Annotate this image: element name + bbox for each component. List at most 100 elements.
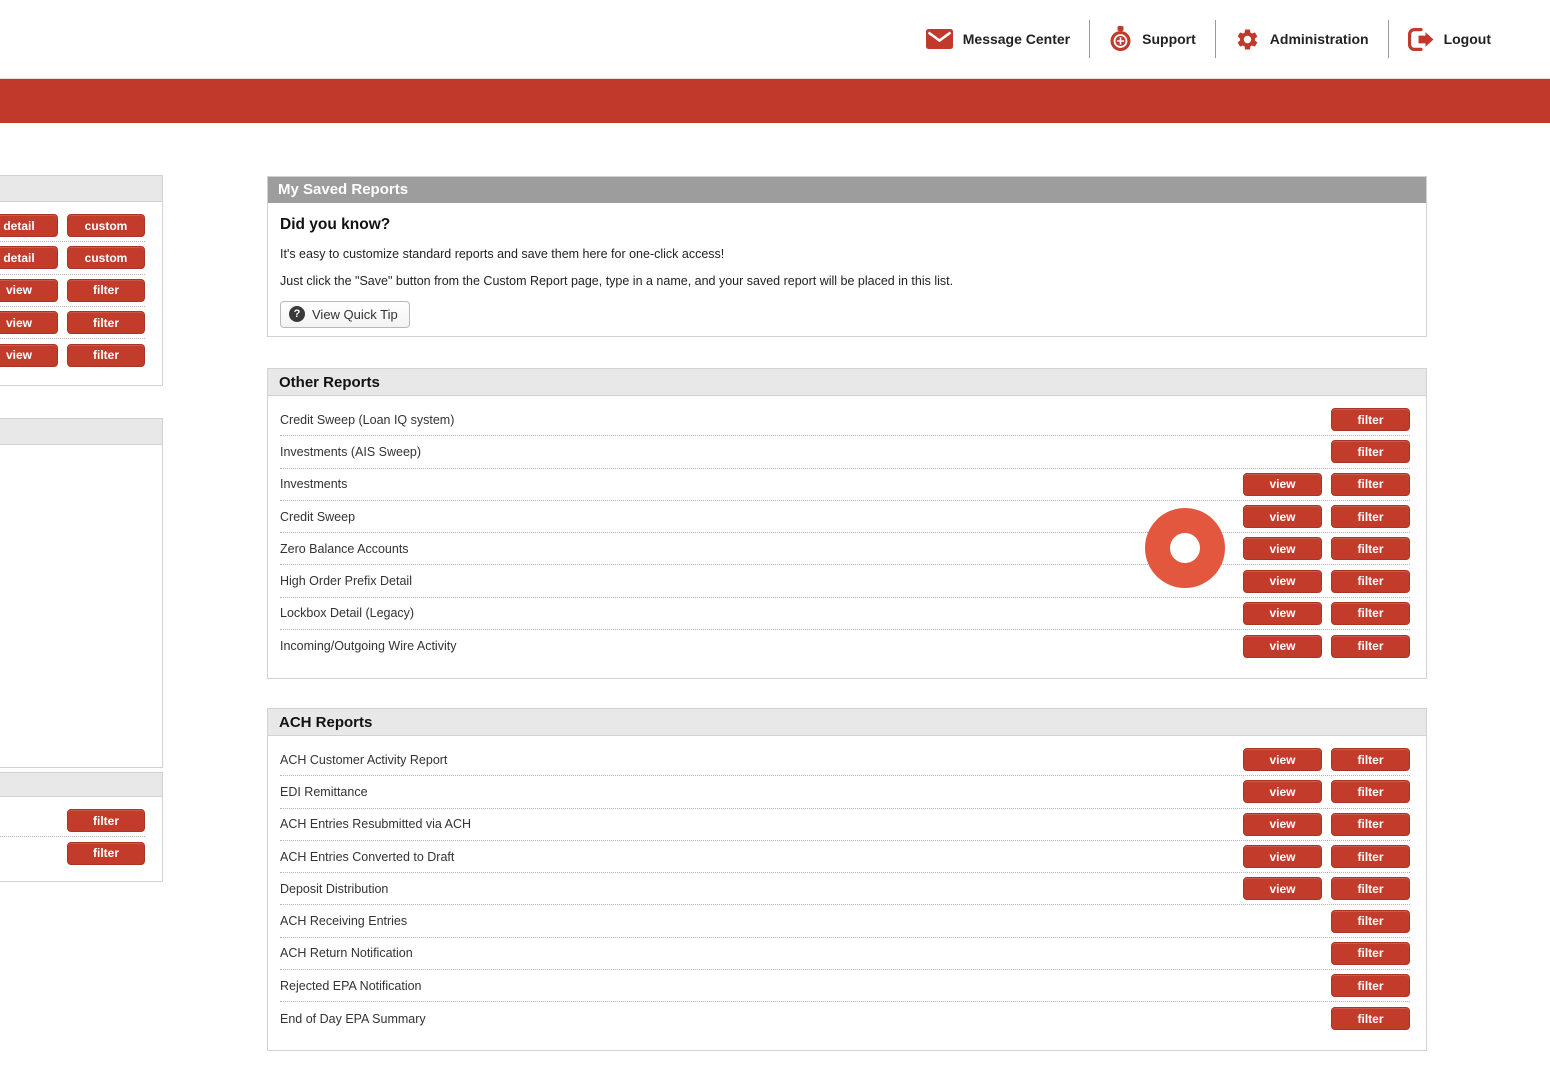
report-name: Deposit Distribution (280, 881, 389, 896)
view-button[interactable]: view (1243, 601, 1322, 625)
ach-report-row: EDI Remittance view filter (280, 776, 1410, 809)
nav-item-logout[interactable]: Logout (1389, 27, 1510, 51)
filter-button[interactable]: filter (1331, 505, 1410, 529)
sidebar-top-list: detail custom detail custom view filter view fi… (0, 202, 162, 371)
view-button[interactable]: view (1243, 505, 1322, 529)
custom-button[interactable]: custom (67, 214, 145, 238)
other-report-row: Investments view filter (280, 469, 1410, 501)
other-reports-list: Credit Sweep (Loan IQ system) filter Inves… (268, 396, 1426, 662)
filter-button[interactable]: filter (1331, 877, 1410, 901)
report-name: High Order Prefix Detail (280, 574, 412, 589)
sidebar-top-row: detail custom (0, 210, 145, 243)
filter-button[interactable]: filter (67, 809, 145, 833)
view-button[interactable]: view (1243, 569, 1322, 593)
view-button[interactable]: view (1243, 634, 1322, 658)
view-button[interactable]: view (0, 311, 58, 335)
filter-button[interactable]: filter (1331, 569, 1410, 593)
other-report-row: High Order Prefix Detail view filter (280, 565, 1410, 598)
filter-slot: filter (1331, 748, 1410, 772)
saved-reports-tip-line2: Just click the "Save" button from the Cu… (280, 274, 954, 288)
ach-report-row: ACH Entries Resubmitted via ACH view filte… (280, 809, 1410, 841)
button-slot: view (0, 311, 58, 335)
report-name: ACH Entries Converted to Draft (280, 849, 455, 864)
filter-button[interactable]: filter (1331, 408, 1410, 432)
other-report-row: Investments (AIS Sweep) filter (280, 436, 1410, 469)
filter-button[interactable]: filter (67, 311, 145, 335)
sidebar-top-row: view filter (0, 275, 145, 307)
report-name: Credit Sweep (Loan IQ system) (280, 412, 455, 427)
nav-item-label: Logout (1443, 31, 1491, 47)
view-button[interactable]: view (1243, 472, 1322, 496)
filter-slot: filter (1331, 877, 1410, 901)
saved-reports-tip-line1: It's easy to customize standard reports … (280, 247, 725, 261)
view-slot: view (1243, 569, 1322, 593)
view-slot: view (1243, 537, 1322, 561)
filter-button[interactable]: filter (1331, 1007, 1410, 1031)
view-button[interactable]: view (0, 343, 58, 367)
view-slot: view (1243, 748, 1322, 772)
nav-item-support[interactable]: Support (1090, 26, 1215, 52)
filter-button[interactable]: filter (67, 841, 145, 865)
filter-button[interactable]: filter (67, 343, 145, 367)
view-slot: view (1243, 601, 1322, 625)
detail-button[interactable]: detail (0, 246, 58, 270)
brand-banner (0, 78, 1550, 123)
filter-button[interactable]: filter (1331, 909, 1410, 933)
filter-button[interactable]: filter (1331, 941, 1410, 965)
filter-slot: filter (1331, 569, 1410, 593)
view-quick-tip-button[interactable]: ? View Quick Tip (280, 301, 410, 328)
view-button[interactable]: view (0, 278, 58, 302)
filter-button[interactable]: filter (1331, 780, 1410, 804)
report-name: Investments (AIS Sweep) (280, 444, 422, 459)
button-slot: detail (0, 246, 58, 270)
button-slot: view (0, 278, 58, 302)
filter-button[interactable]: filter (1331, 440, 1410, 464)
sidebar-panel-bottom: filter filter (0, 772, 163, 882)
detail-button[interactable]: detail (0, 214, 58, 238)
filter-button[interactable]: filter (1331, 974, 1410, 998)
sidebar-bottom-list: filter filter (0, 797, 162, 870)
view-button[interactable]: view (1243, 845, 1322, 869)
view-slot: view (1243, 634, 1322, 658)
view-button[interactable]: view (1243, 537, 1322, 561)
my-saved-reports-panel: My Saved Reports Did you know? It's easy… (267, 176, 1427, 337)
filter-button[interactable]: filter (1331, 601, 1410, 625)
gear-icon (1235, 27, 1260, 52)
view-button[interactable]: view (1243, 812, 1322, 836)
filter-button[interactable]: filter (67, 278, 145, 302)
ach-report-row: ACH Return Notification filter (280, 938, 1410, 971)
filter-slot: filter (1331, 845, 1410, 869)
sidebar-panel-middle (0, 418, 163, 768)
filter-button[interactable]: filter (1331, 537, 1410, 561)
filter-button[interactable]: filter (1331, 748, 1410, 772)
nav-item-label: Administration (1269, 31, 1369, 47)
filter-button[interactable]: filter (1331, 845, 1410, 869)
filter-button[interactable]: filter (1331, 634, 1410, 658)
report-name: ACH Return Notification (280, 946, 413, 961)
view-button[interactable]: view (1243, 748, 1322, 772)
sidebar-top-row: view filter (0, 339, 145, 371)
button-slot: filter (67, 343, 145, 367)
report-name: EDI Remittance (280, 784, 368, 799)
ach-reports-panel: ACH Reports ACH Customer Activity Report… (267, 708, 1427, 1051)
report-name: Credit Sweep (280, 509, 356, 524)
my-saved-reports-title: My Saved Reports (268, 177, 1426, 203)
filter-button[interactable]: filter (1331, 812, 1410, 836)
filter-slot: filter (1331, 1007, 1410, 1031)
view-slot: view (1243, 812, 1322, 836)
report-name: ACH Customer Activity Report (280, 752, 448, 767)
other-reports-title: Other Reports (268, 369, 1426, 396)
nav-item-message-center[interactable]: Message Center (907, 29, 1089, 49)
filter-slot: filter (1331, 440, 1410, 464)
sidebar-top-row: view filter (0, 307, 145, 340)
nav-item-label: Message Center (962, 31, 1071, 47)
filter-button[interactable]: filter (1331, 472, 1410, 496)
report-name: ACH Receiving Entries (280, 914, 408, 929)
nav-item-administration[interactable]: Administration (1216, 27, 1388, 52)
view-button[interactable]: view (1243, 877, 1322, 901)
sidebar-panel-middle-header (0, 419, 162, 445)
custom-button[interactable]: custom (67, 246, 145, 270)
button-slot: filter (67, 311, 145, 335)
view-button[interactable]: view (1243, 780, 1322, 804)
other-reports-panel: Other Reports Credit Sweep (Loan IQ syst… (267, 368, 1427, 679)
